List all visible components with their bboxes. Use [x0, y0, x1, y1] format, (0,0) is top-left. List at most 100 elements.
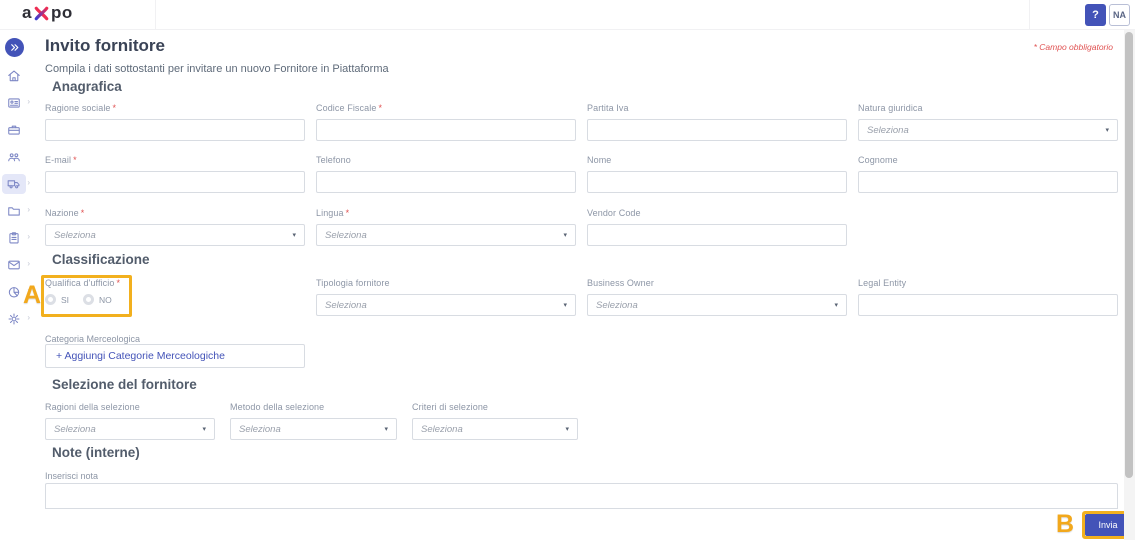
sidebar-item-settings[interactable]: ›	[2, 309, 30, 329]
section-classificazione-title: Classificazione	[52, 252, 150, 267]
pie-chart-icon	[8, 287, 20, 298]
scrollbar-thumb[interactable]	[1125, 32, 1133, 478]
field-label: Lingua *	[316, 208, 350, 218]
tipologia-fornitore-select[interactable]: Seleziona ▾	[316, 294, 576, 316]
nome-input[interactable]	[587, 171, 847, 193]
categoria-merceologica-label: Categoria Merceologica	[45, 334, 141, 344]
partita-iva-input[interactable]	[587, 119, 847, 141]
section-note-title: Note (interne)	[52, 445, 140, 460]
telefono-input[interactable]	[316, 171, 576, 193]
section-anagrafica-title: Anagrafica	[52, 79, 122, 94]
field-tipologia-fornitore: Tipologia fornitore Seleziona ▾	[316, 278, 576, 316]
vertical-scrollbar[interactable]	[1124, 30, 1135, 540]
dropdown-arrow-icon: ▾	[563, 302, 567, 309]
field-vendor-code: Vendor Code	[587, 208, 847, 246]
top-header: a po ? NA	[0, 0, 1135, 30]
field-label: Codice Fiscale *	[316, 103, 383, 113]
field-nazione: Nazione * Seleziona ▾	[45, 208, 305, 246]
email-input[interactable]	[45, 171, 305, 193]
sidebar-item-registry[interactable]: ›	[2, 93, 30, 113]
sidebar-item-users[interactable]	[2, 147, 26, 167]
ragione-sociale-input[interactable]	[45, 119, 305, 141]
envelope-icon	[8, 260, 20, 270]
radio-icon	[45, 294, 56, 305]
sidebar-item-messages[interactable]: ›	[2, 255, 30, 275]
radio-icon	[83, 294, 95, 305]
dropdown-arrow-icon: ▾	[202, 426, 206, 433]
nazione-select[interactable]: Seleziona ▾	[45, 224, 305, 246]
add-categorie-merceologiche-button[interactable]: + Aggiungi Categorie Merceologiche	[45, 344, 305, 368]
field-label: Natura giuridica	[858, 103, 923, 113]
nota-textarea[interactable]	[45, 483, 1118, 509]
chevron-right-icon: ›	[27, 97, 30, 106]
classificazione-row: Qualifica d'ufficio * SI NO Tipologia for…	[45, 278, 1118, 316]
chevron-right-icon: ›	[27, 205, 30, 214]
field-label: Tipologia fornitore	[316, 278, 390, 288]
id-card-icon	[8, 98, 20, 108]
cognome-input[interactable]	[858, 171, 1118, 193]
field-label: Criteri di selezione	[412, 402, 489, 412]
field-telefono: Telefono	[316, 155, 576, 193]
field-ragione-sociale: Ragione sociale *	[45, 103, 305, 141]
field-nome: Nome	[587, 155, 847, 193]
legal-entity-input[interactable]	[858, 294, 1118, 316]
field-metodo-selezione: Metodo della selezione Seleziona ▾	[230, 402, 397, 440]
field-cognome: Cognome	[858, 155, 1118, 193]
metodo-selezione-select[interactable]: Seleziona ▾	[230, 418, 397, 440]
field-label: Qualifica d'ufficio *	[45, 278, 121, 288]
page-subtitle: Compila i dati sottostanti per invitare …	[45, 63, 389, 75]
ragioni-selezione-select[interactable]: Seleziona ▾	[45, 418, 215, 440]
field-label: Vendor Code	[587, 208, 641, 218]
required-asterisk: *	[112, 103, 117, 113]
field-codice-fiscale: Codice Fiscale *	[316, 103, 576, 141]
chevron-right-icon: ›	[27, 259, 30, 268]
page-title: Invito fornitore	[45, 36, 165, 55]
field-label: Nazione *	[45, 208, 85, 218]
criteri-selezione-select[interactable]: Seleziona ▾	[412, 418, 578, 440]
truck-icon	[7, 180, 20, 189]
sidebar-item-documents[interactable]: ›	[2, 201, 30, 221]
field-label: Nome	[587, 155, 612, 165]
qualifica-radio-si[interactable]: SI	[45, 294, 69, 305]
axpo-x-icon	[34, 6, 49, 20]
user-avatar-button[interactable]: NA	[1109, 4, 1130, 26]
dropdown-arrow-icon: ▾	[565, 426, 569, 433]
qualifica-radio-group: SI NO	[45, 294, 305, 305]
natura-giuridica-select[interactable]: Seleziona ▾	[858, 119, 1118, 141]
field-label: Ragioni della selezione	[45, 402, 140, 412]
field-label: E-mail *	[45, 155, 77, 165]
anagrafica-row-1: Ragione sociale * Codice Fiscale * Partita…	[45, 103, 1118, 141]
field-qualifica-ufficio: Qualifica d'ufficio * SI NO	[45, 278, 305, 316]
help-button[interactable]: ?	[1085, 4, 1106, 26]
qualifica-radio-no[interactable]: NO	[83, 294, 112, 305]
sidebar-item-company[interactable]	[2, 120, 26, 140]
header-divider	[1029, 0, 1030, 30]
vendor-code-input[interactable]	[587, 224, 847, 246]
field-criteri-selezione: Criteri di selezione Seleziona ▾	[412, 402, 578, 440]
field-label: Telefono	[316, 155, 351, 165]
codice-fiscale-input[interactable]	[316, 119, 576, 141]
logo-text-a: a	[22, 3, 32, 22]
field-business-owner: Business Owner Seleziona ▾	[587, 278, 847, 316]
dropdown-arrow-icon: ▾	[834, 302, 838, 309]
sidebar-item-suppliers[interactable]: ›	[2, 174, 30, 194]
home-icon	[8, 70, 20, 82]
sidebar-item-home[interactable]	[2, 66, 26, 86]
lingua-select[interactable]: Seleziona ▾	[316, 224, 576, 246]
field-label: Ragione sociale *	[45, 103, 117, 113]
annotation-letter-b: B	[1056, 510, 1075, 538]
field-label: Legal Entity	[858, 278, 907, 288]
logo-text-po: po	[50, 3, 73, 22]
sidebar-toggle[interactable]	[4, 38, 24, 57]
business-owner-select[interactable]: Seleziona ▾	[587, 294, 847, 316]
field-label: Partita Iva	[587, 103, 629, 113]
briefcase-icon	[8, 125, 20, 135]
required-fields-note: * Campo obbligatorio	[1033, 42, 1113, 52]
inserisci-nota-label: Inserisci nota	[45, 471, 99, 481]
anagrafica-row-2: E-mail * Telefono Nome Cognome	[45, 155, 1118, 193]
header-divider	[155, 0, 156, 30]
axpo-logo[interactable]: a po	[22, 3, 73, 23]
dropdown-arrow-icon: ▾	[292, 232, 296, 239]
sidebar-item-tasks[interactable]: ›	[2, 228, 30, 248]
double-chevron-right-icon	[10, 44, 18, 51]
